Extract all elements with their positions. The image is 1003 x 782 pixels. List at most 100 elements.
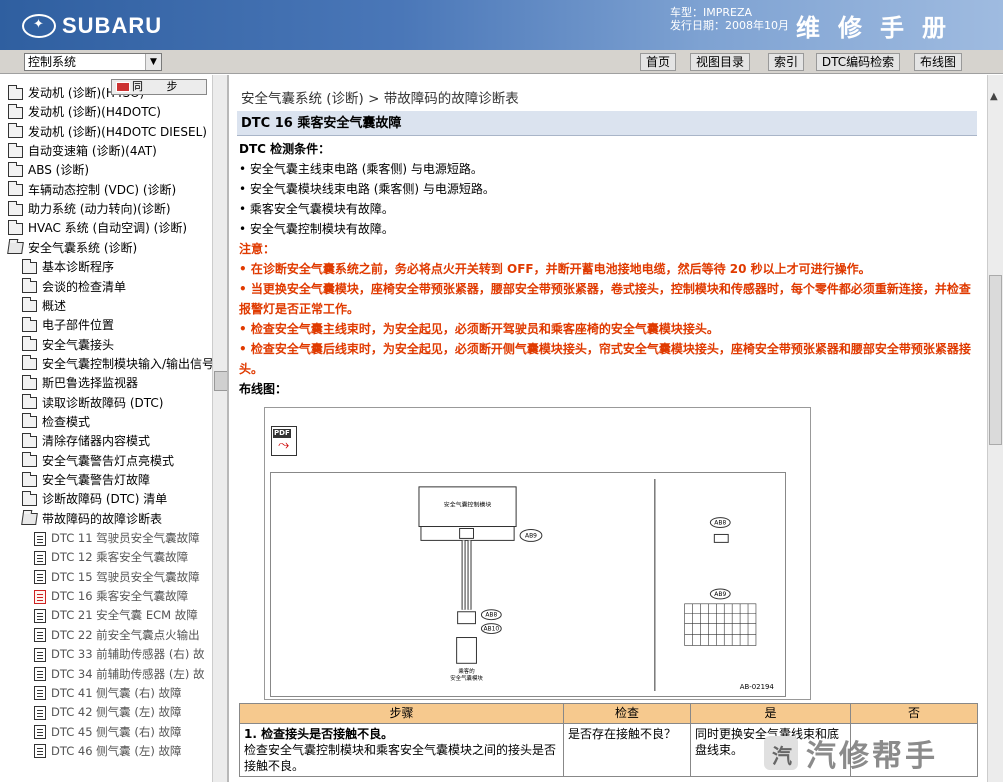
folder-open-icon xyxy=(21,513,38,526)
tree-item[interactable]: DTC 46 侧气囊 (左) 故障 xyxy=(34,742,181,761)
tree-item[interactable]: 电子部件位置 xyxy=(22,316,114,335)
folder-icon xyxy=(8,219,23,235)
tree-item-label: DTC 34 前辅助传感器 (左) 故 xyxy=(51,666,205,681)
folder-icon xyxy=(8,142,23,158)
tree-item-label: DTC 15 驾驶员安全气囊故障 xyxy=(51,569,200,584)
tree-item[interactable]: 安全气囊警告灯故障 xyxy=(22,471,150,490)
tree-item[interactable]: 斯巴鲁选择监视器 xyxy=(22,374,138,393)
tree-item[interactable]: 助力系统 (动力转向)(诊断) xyxy=(8,200,171,219)
tree-item-label: 基本诊断程序 xyxy=(42,260,115,275)
folder-icon xyxy=(8,181,23,197)
wiring-button[interactable]: 布线图 xyxy=(914,53,962,71)
tree-item[interactable]: 安全气囊接头 xyxy=(22,336,114,355)
logo-text: SUBARU xyxy=(62,13,163,38)
tree-item[interactable]: 读取诊断故障码 (DTC) xyxy=(22,394,163,413)
view-toc-button[interactable]: 视图目录 xyxy=(690,53,750,71)
svg-text:AB9: AB9 xyxy=(714,591,726,598)
tree-item-label: 自动变速箱 (诊断)(4AT) xyxy=(28,144,157,159)
pdf-icon[interactable]: PDF ⤳ xyxy=(271,426,297,456)
tree-item[interactable]: DTC 15 驾驶员安全气囊故障 xyxy=(34,568,200,587)
document-icon xyxy=(34,531,46,546)
folder-icon xyxy=(22,432,37,448)
watermark-text: 汽修帮手 xyxy=(806,739,938,774)
tree-item[interactable]: DTC 34 前辅助传感器 (左) 故 xyxy=(34,665,204,684)
note-item: • 检查安全气囊主线束时，为安全起见，必须断开驾驶员和乘客座椅的安全气囊模块接头… xyxy=(239,322,719,336)
tree-item[interactable]: DTC 41 侧气囊 (右) 故障 xyxy=(34,684,181,703)
note-heading: 注意： xyxy=(239,242,276,256)
content-scrollbar[interactable]: ▲ xyxy=(987,75,1003,782)
index-button[interactable]: 索引 xyxy=(768,53,804,71)
tree-item[interactable]: 诊断故障码 (DTC) 清单 xyxy=(22,490,167,509)
tree-item[interactable]: 带故障码的故障诊断表 xyxy=(21,510,163,529)
tree-item[interactable]: DTC 16 乘客安全气囊故障 xyxy=(34,587,188,606)
tree-item-label: DTC 45 侧气囊 (右) 故障 xyxy=(51,724,182,739)
tree-item-label: 斯巴鲁选择监视器 xyxy=(42,376,139,391)
tree-item[interactable]: HVAC 系统 (自动空调) (诊断) xyxy=(8,219,187,238)
tree-item[interactable]: DTC 22 前安全气囊点火输出 xyxy=(34,626,200,645)
system-select-value: 控制系统 xyxy=(28,55,77,69)
sync-label: 同 步 xyxy=(132,80,188,93)
control-module-label: 安全气囊控制模块 xyxy=(444,501,492,509)
folder-icon xyxy=(22,374,37,390)
tree-item-label: 安全气囊警告灯故障 xyxy=(42,473,151,487)
list-item: • 安全气囊模块线束电路 (乘客侧) 与电源短路。 xyxy=(239,182,495,196)
tree-item-label: DTC 42 侧气囊 (左) 故障 xyxy=(51,705,182,720)
folder-icon xyxy=(8,161,23,177)
tree-scrollbar-thumb[interactable] xyxy=(214,371,227,391)
tree-item-label: 助力系统 (动力转向)(诊断) xyxy=(28,202,171,217)
step-desc: 检查安全气囊控制模块和乘客安全气囊模块之间的接头是否接触不良。 xyxy=(244,743,557,773)
tree-item[interactable]: DTC 45 侧气囊 (右) 故障 xyxy=(34,723,181,742)
tree-item[interactable]: 安全气囊警告灯点亮模式 xyxy=(22,452,174,471)
watermark-logo-icon xyxy=(764,736,798,770)
home-button[interactable]: 首页 xyxy=(640,53,676,71)
tree-item[interactable]: DTC 33 前辅助传感器 (右) 故 xyxy=(34,645,204,664)
system-select[interactable]: 控制系统 ▼ xyxy=(24,53,162,71)
tree-item[interactable]: 安全气囊系统 (诊断) xyxy=(7,239,137,258)
wiring-diagram: PDF ⤳ 安全气囊控制模块 AB9 AB8 AB10 乘客的 安全气囊模块 A… xyxy=(264,407,811,700)
folder-icon xyxy=(8,200,23,216)
tree-scrollbar[interactable] xyxy=(212,75,227,782)
tree-item-label: ABS (诊断) xyxy=(28,163,90,178)
scroll-up-icon[interactable]: ▲ xyxy=(990,91,998,102)
toolbar: 控制系统 ▼ 首页 视图目录 索引 DTC编码检索 布线图 xyxy=(0,50,1003,74)
tree-item[interactable]: 车辆动态控制 (VDC) (诊断) xyxy=(8,181,176,200)
list-item: • 安全气囊控制模块有故障。 xyxy=(239,222,394,236)
tree-item[interactable]: 检查模式 xyxy=(22,413,90,432)
tree-item[interactable]: DTC 12 乘客安全气囊故障 xyxy=(34,548,188,567)
document-icon xyxy=(34,608,46,623)
content-scrollbar-thumb[interactable] xyxy=(989,275,1002,445)
tree-item[interactable]: 发动机 (诊断)(H4DOTC DIESEL) xyxy=(8,123,207,142)
tree-item[interactable]: 概述 xyxy=(22,297,66,316)
tree-item[interactable]: 发动机 (诊断)(H4DOTC) xyxy=(8,103,161,122)
issue-date: 发行日期：2008年10月 xyxy=(670,19,789,32)
tree-item-label: DTC 33 前辅助传感器 (右) 故 xyxy=(51,647,205,662)
folder-icon xyxy=(22,413,37,429)
chevron-down-icon[interactable]: ▼ xyxy=(145,54,161,70)
tree-item[interactable]: 基本诊断程序 xyxy=(22,258,114,277)
subaru-star-icon xyxy=(22,14,56,38)
svg-text:AB10: AB10 xyxy=(483,626,499,633)
tree-item[interactable]: 安全气囊控制模块输入/输出信号 xyxy=(22,355,214,374)
folder-icon xyxy=(22,278,37,293)
tree-item-label: DTC 46 侧气囊 (左) 故障 xyxy=(51,743,182,758)
step-cell: 1. 检查接头是否接触不良。 检查安全气囊控制模块和乘客安全气囊模块之间的接头是… xyxy=(239,723,564,777)
tree-item[interactable]: ABS (诊断) xyxy=(8,161,89,180)
watermark: 汽修帮手 xyxy=(764,728,1000,778)
passenger-airbag-box xyxy=(456,637,477,664)
tree-item[interactable]: DTC 11 驾驶员安全气囊故障 xyxy=(34,529,200,548)
document-icon xyxy=(34,705,46,720)
note-list: • 在诊断安全气囊系统之前，务必将点火开关转到 OFF，并断开蓄电池接地电缆，然… xyxy=(239,259,977,379)
tree-item[interactable]: 清除存储器内容模式 xyxy=(22,432,150,451)
tree-item[interactable]: DTC 21 安全气囊 ECM 故障 xyxy=(34,606,198,625)
tree-item-label: 带故障码的故障诊断表 xyxy=(42,511,163,526)
tree-item-label: 安全气囊控制模块输入/输出信号 xyxy=(42,356,215,371)
sync-button[interactable]: 同 步 xyxy=(111,79,207,95)
dtc-search-button[interactable]: DTC编码检索 xyxy=(816,53,900,71)
tree-item[interactable]: DTC 42 侧气囊 (左) 故障 xyxy=(34,703,181,722)
tree-item[interactable]: 自动变速箱 (诊断)(4AT) xyxy=(8,142,157,161)
breadcrumb: 安全气囊系统 (诊断) > 带故障码的故障诊断表 xyxy=(241,91,519,107)
folder-icon xyxy=(8,103,23,119)
tree-item[interactable]: 会谈的检查清单 xyxy=(22,278,126,297)
detect-list: • 安全气囊主线束电路 (乘客侧) 与电源短路。 • 安全气囊模块线束电路 (乘… xyxy=(239,159,977,239)
note-item: • 当更换安全气囊模块，座椅安全带预张紧器，腰部安全带预张紧器，卷式接头，控制模… xyxy=(239,282,971,316)
